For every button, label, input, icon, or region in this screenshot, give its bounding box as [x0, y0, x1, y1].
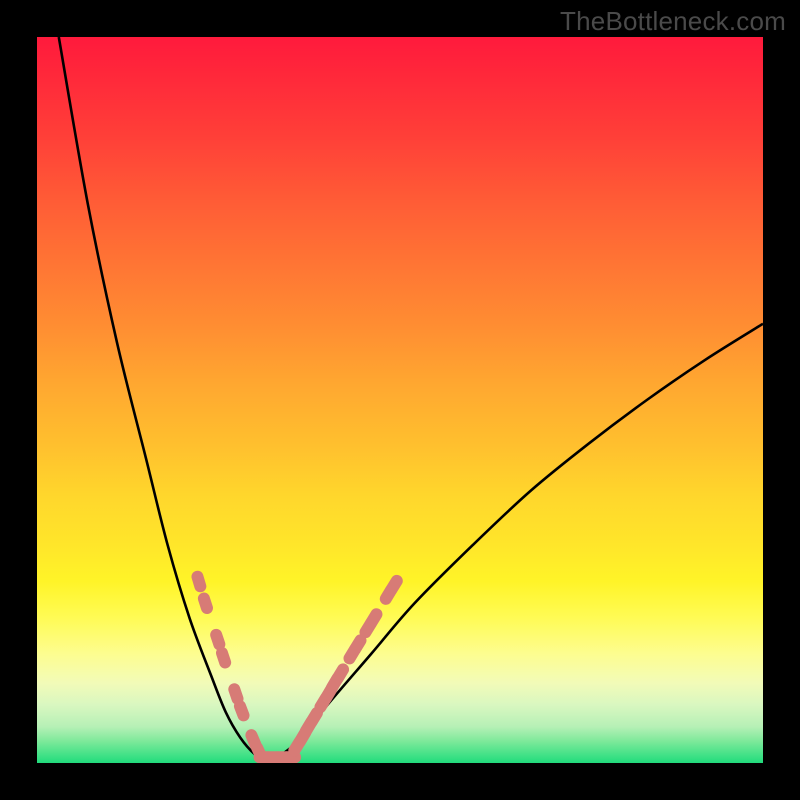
chart-svg-layer: [37, 37, 763, 763]
curve-left-branch: [59, 37, 270, 763]
curve-right-branch: [269, 324, 763, 763]
curve-marker: [196, 591, 214, 616]
bottleneck-curve: [59, 37, 763, 763]
watermark-text: TheBottleneck.com: [560, 6, 786, 37]
curve-markers: [190, 569, 405, 763]
curve-marker: [190, 569, 208, 594]
chart-plot-area: [37, 37, 763, 763]
